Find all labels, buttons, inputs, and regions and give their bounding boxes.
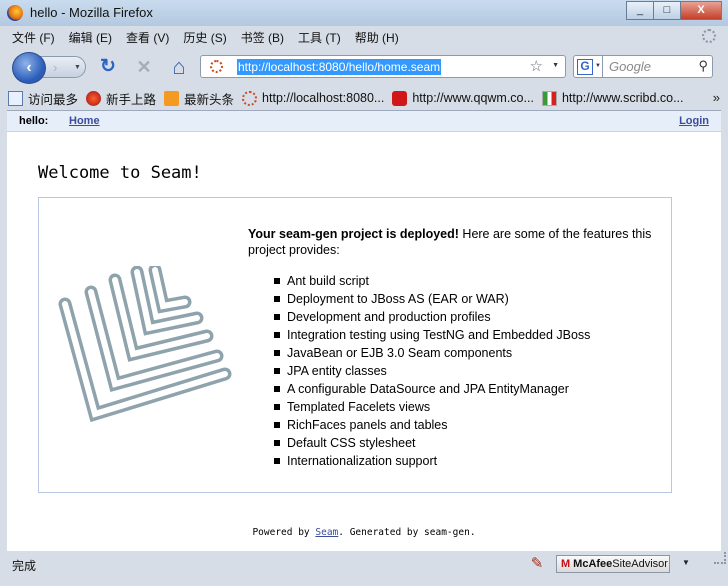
menu-history[interactable]: 历史 (S) [183, 29, 226, 46]
reload-icon[interactable]: ↻ [97, 56, 119, 78]
bookmark-most-visited[interactable]: 访问最多 [8, 89, 78, 108]
menu-tools[interactable]: 工具 (T) [298, 29, 341, 46]
siteadvisor-label: SiteAdvisor [612, 558, 668, 570]
seam-link[interactable]: Seam [315, 527, 338, 538]
url-bar[interactable]: http://localhost:8080/hello/home.seam ☆ … [200, 55, 566, 78]
feature-list: Ant build script Deployment to JBoss AS … [274, 272, 590, 470]
bookmark-label: http://localhost:8080... [262, 91, 385, 105]
bookmark-qqwm[interactable]: http://www.qqwm.co... [392, 90, 534, 106]
bookmark-label: 访问最多 [28, 92, 79, 107]
history-dropdown-icon[interactable]: ▼ [74, 64, 81, 71]
bookmark-label: http://www.scribd.co... [561, 91, 684, 105]
url-dropdown-icon[interactable]: ▼ [552, 62, 559, 69]
navigation-toolbar: › ▼ ‹ ↻ ✕ ⌂ http://localhost:8080/hello/… [0, 48, 728, 86]
bookmark-folder-icon [8, 90, 23, 106]
list-item: A configurable DataSource and JPA Entity… [274, 380, 590, 398]
minimize-button[interactable]: _ [626, 1, 654, 20]
resize-grip-icon[interactable] [714, 552, 726, 564]
siteadvisor-brand: McAfee [573, 558, 613, 570]
scribd-favicon-icon [541, 90, 557, 106]
bookmark-label: http://www.qqwm.co... [412, 91, 534, 105]
home-icon[interactable]: ⌂ [168, 56, 190, 78]
list-item: JPA entity classes [274, 362, 590, 380]
menu-bookmarks[interactable]: 书签 (B) [241, 29, 284, 46]
list-item: Ant build script [274, 272, 590, 290]
google-icon: G [577, 59, 593, 75]
search-input[interactable]: Google ⚲ [603, 55, 713, 78]
app-label: hello: [19, 115, 49, 127]
deploy-message: Your seam-gen project is deployed! Here … [248, 226, 658, 258]
bookmark-getting-started[interactable]: 新手上路 [86, 89, 156, 108]
throbber-icon [702, 29, 716, 43]
loading-favicon-icon [242, 90, 258, 106]
list-item: Deployment to JBoss AS (EAR or WAR) [274, 290, 590, 308]
bookmark-scribd[interactable]: http://www.scribd.co... [541, 90, 684, 106]
firefox-start-icon [86, 90, 102, 106]
addon-status-icon[interactable]: ✎ [528, 555, 546, 573]
menu-help[interactable]: 帮助 (H) [355, 29, 399, 46]
seam-logo-icon [58, 266, 232, 423]
page-footer: Powered by Seam. Generated by seam-gen. [7, 527, 721, 538]
bookmark-latest-headlines[interactable]: 最新头条 [164, 89, 234, 108]
feature-panel: Your seam-gen project is deployed! Here … [38, 197, 672, 493]
deploy-heading: Your seam-gen project is deployed! [248, 227, 459, 241]
page-content: hello: Home Login Welcome to Seam! Your … [7, 110, 721, 551]
list-item: Default CSS stylesheet [274, 434, 590, 452]
bookmark-label: 新手上路 [106, 92, 157, 107]
siteadvisor-dropdown-icon[interactable]: ▼ [682, 558, 690, 567]
footer-suffix: . Generated by seam-gen. [338, 527, 476, 538]
login-link[interactable]: Login [679, 115, 709, 127]
engine-dropdown-icon: ▼ [595, 63, 601, 69]
window-controls: _ □ X [626, 1, 722, 20]
search-icon[interactable]: ⚲ [698, 58, 708, 74]
window-title: hello - Mozilla Firefox [30, 5, 153, 20]
app-menu-bar: hello: Home Login [7, 111, 721, 132]
list-item: Development and production profiles [274, 308, 590, 326]
page-favicon-icon [210, 60, 223, 73]
list-item: JavaBean or EJB 3.0 Seam components [274, 344, 590, 362]
list-item: Integration testing using TestNG and Emb… [274, 326, 590, 344]
firefox-icon [7, 5, 23, 21]
list-item: Internationalization support [274, 452, 590, 470]
menu-view[interactable]: 查看 (V) [126, 29, 169, 46]
menu-file[interactable]: 文件 (F) [12, 29, 55, 46]
page-title: Welcome to Seam! [38, 163, 202, 183]
maximize-button[interactable]: □ [653, 1, 681, 20]
more-bookmarks-chevron-icon[interactable]: » [713, 90, 720, 105]
search-placeholder: Google [609, 59, 651, 74]
bookmark-star-icon[interactable]: ☆ [530, 57, 543, 75]
status-bar: 完成 ✎ M McAfeeSiteAdvisor ▼ [0, 552, 728, 576]
menu-bar: 文件 (F) 编辑 (E) 查看 (V) 历史 (S) 书签 (B) 工具 (T… [0, 27, 728, 48]
bookmark-localhost[interactable]: http://localhost:8080... [242, 90, 385, 106]
close-button[interactable]: X [680, 1, 722, 20]
title-bar: hello - Mozilla Firefox _ □ X [0, 0, 728, 26]
bookmark-label: 最新头条 [184, 92, 235, 107]
bookmarks-toolbar: 访问最多 新手上路 最新头条 http://localhost:8080... … [0, 86, 728, 110]
back-button[interactable]: ‹ [12, 52, 46, 84]
browser-window: hello - Mozilla Firefox _ □ X 文件 (F) 编辑 … [0, 0, 728, 586]
list-item: Templated Facelets views [274, 398, 590, 416]
rss-feed-icon [164, 90, 180, 106]
home-link[interactable]: Home [69, 115, 100, 127]
siteadvisor-button[interactable]: M McAfeeSiteAdvisor [556, 555, 670, 573]
qqwm-favicon-icon [392, 90, 408, 106]
status-text: 完成 [12, 559, 37, 573]
menu-edit[interactable]: 编辑 (E) [69, 29, 112, 46]
stop-icon[interactable]: ✕ [133, 56, 155, 78]
footer-prefix: Powered by [252, 527, 316, 538]
search-engine-selector[interactable]: G ▼ [573, 55, 603, 78]
mcafee-logo-icon: M [561, 558, 571, 570]
list-item: RichFaces panels and tables [274, 416, 590, 434]
url-input[interactable]: http://localhost:8080/hello/home.seam [237, 59, 442, 75]
